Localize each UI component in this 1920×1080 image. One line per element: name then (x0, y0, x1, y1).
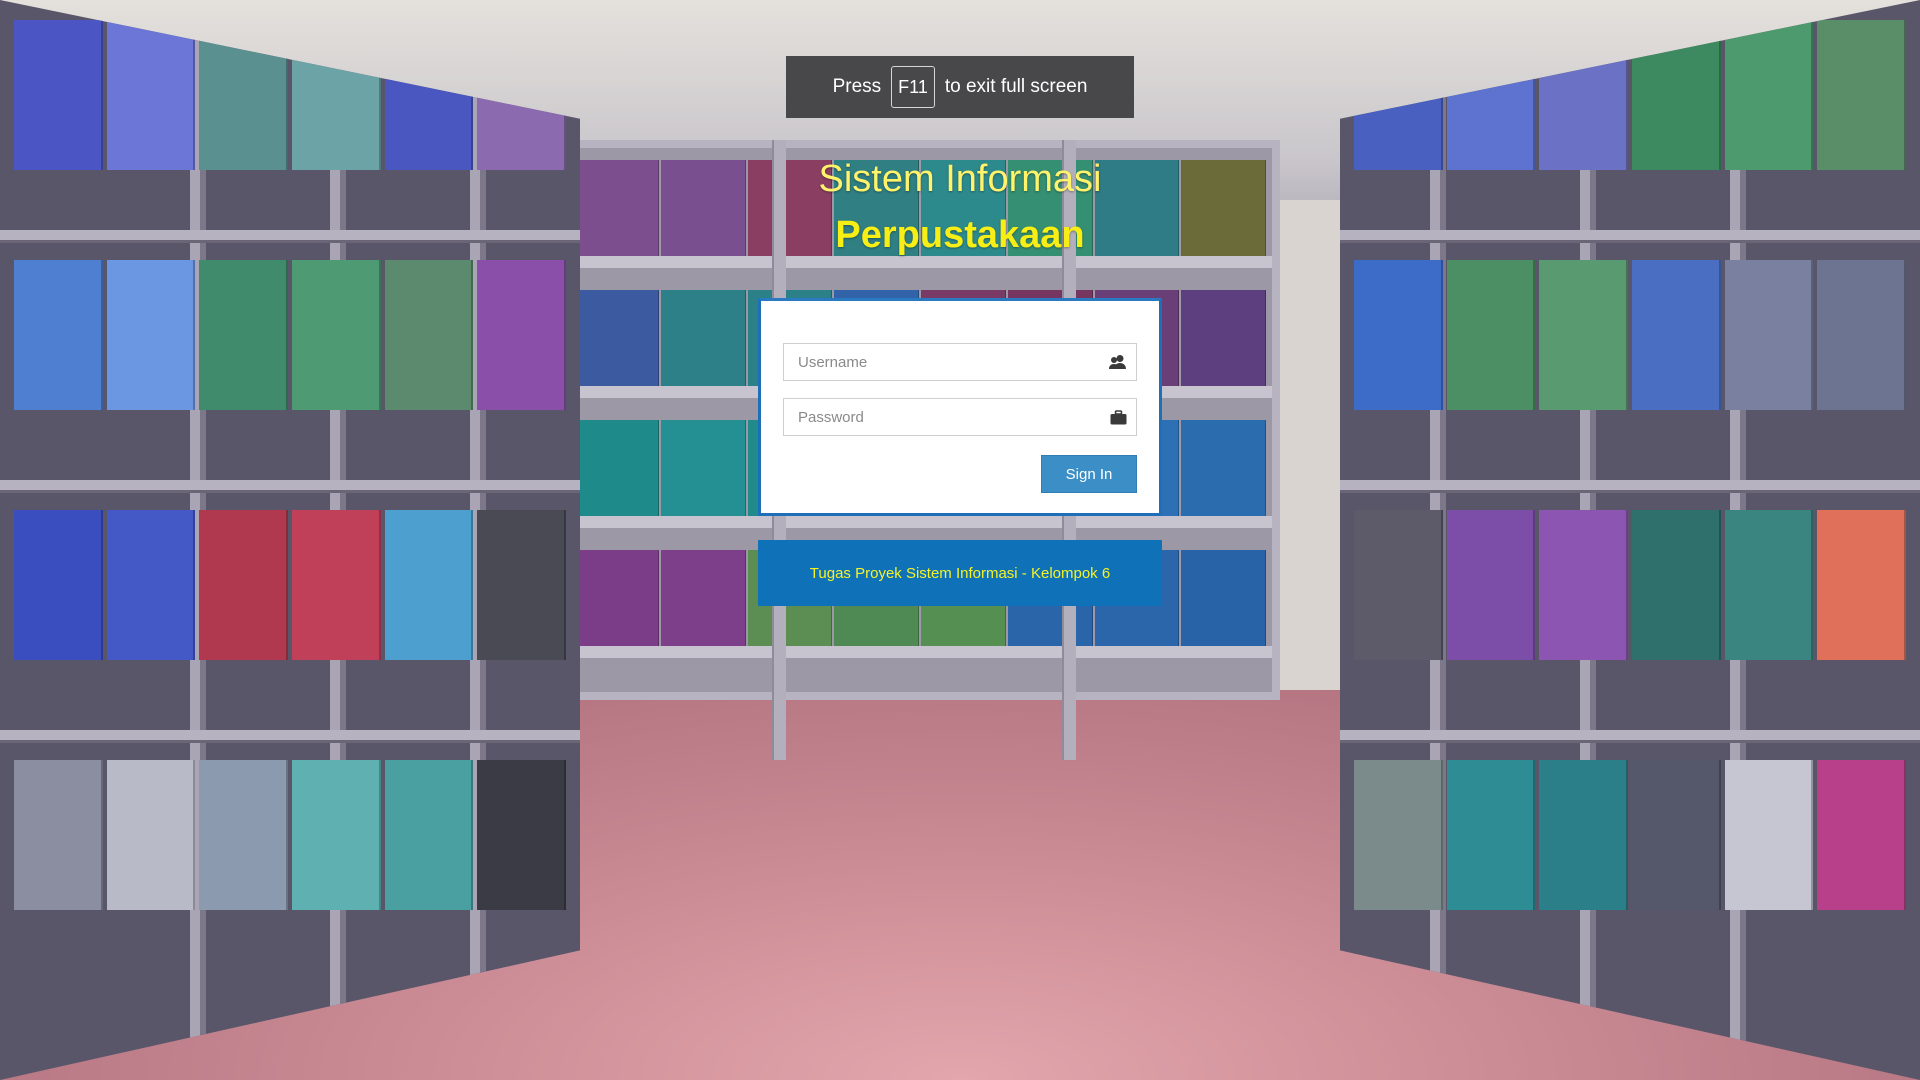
fullscreen-hint-prefix: Press (832, 76, 882, 97)
sign-in-button[interactable]: Sign In (1041, 455, 1137, 493)
f11-key: F11 (891, 66, 935, 108)
password-field (783, 398, 1137, 436)
users-icon (1100, 344, 1136, 380)
footer-text: Tugas Proyek Sistem Informasi - Kelompok… (809, 564, 1111, 582)
page-title-line2: Perpustakaan (835, 214, 1085, 256)
fullscreen-hint: Press F11 to exit full screen (786, 56, 1134, 118)
fullscreen-hint-suffix: to exit full screen (944, 76, 1088, 97)
username-field (783, 343, 1137, 381)
login-form: Sign In (758, 298, 1162, 516)
page-title-line1: Sistem Informasi (818, 158, 1102, 200)
footer-banner: Tugas Proyek Sistem Informasi - Kelompok… (758, 540, 1162, 606)
username-input[interactable] (784, 344, 1100, 380)
password-input[interactable] (784, 399, 1100, 435)
briefcase-icon (1100, 399, 1136, 435)
